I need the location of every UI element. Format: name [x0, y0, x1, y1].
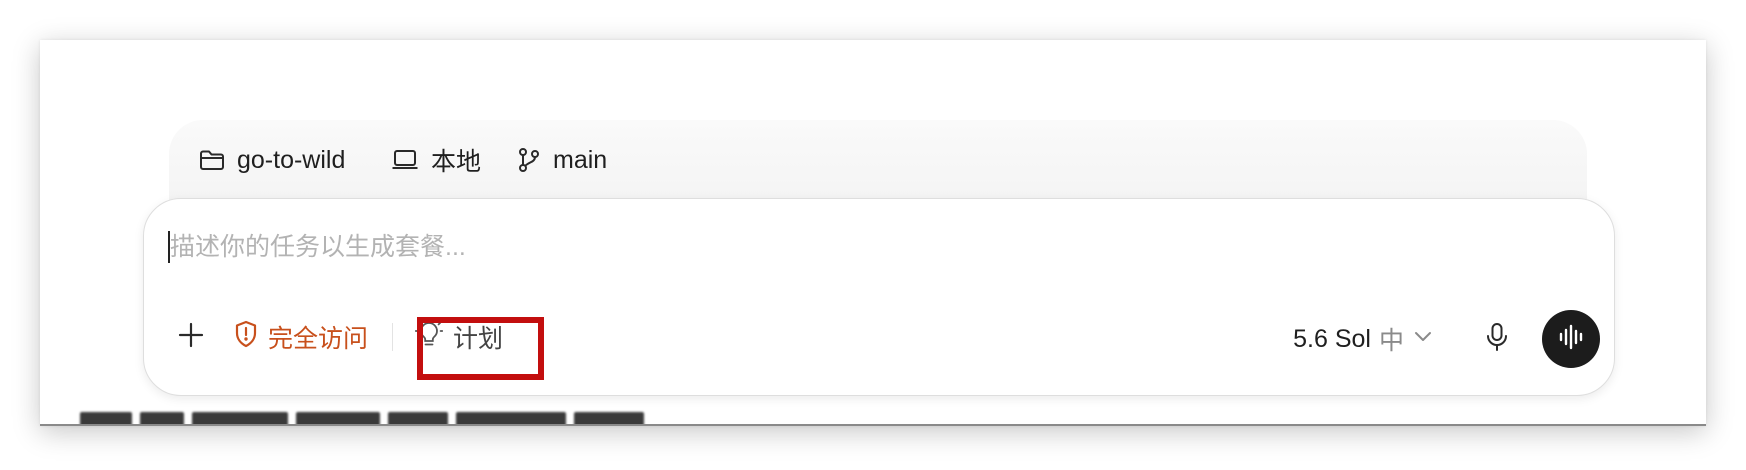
- model-selector[interactable]: 5.6 Sol 中: [1285, 319, 1442, 359]
- environment-selector[interactable]: 本地: [391, 142, 481, 178]
- access-mode-button[interactable]: 完全访问: [226, 317, 380, 357]
- model-effort: 中: [1378, 327, 1404, 355]
- project-name: go-to-wild: [237, 145, 346, 174]
- voice-mode-button[interactable]: [1542, 310, 1600, 368]
- project-selector[interactable]: go-to-wild: [199, 142, 345, 178]
- lightbulb-icon: [414, 318, 444, 356]
- branch-selector[interactable]: main: [517, 142, 607, 178]
- environment-name: 本地: [431, 148, 482, 176]
- model-name: 5.6 Sol: [1293, 324, 1371, 353]
- plan-mode-button[interactable]: 计划: [401, 317, 517, 357]
- composer: 完全访问 计划 5.6 Sol 中: [143, 198, 1615, 396]
- background-content-blurred: [80, 408, 700, 426]
- git-branch-icon: [517, 147, 541, 173]
- task-input[interactable]: [170, 229, 1070, 265]
- add-attachment-button[interactable]: [164, 310, 218, 364]
- dictation-button[interactable]: [1474, 316, 1520, 362]
- chevron-down-icon: [1412, 325, 1434, 354]
- waveform-icon: [1557, 323, 1585, 356]
- microphone-icon: [1485, 322, 1509, 357]
- composer-toolbar-left: 完全访问 计划: [164, 309, 517, 365]
- branch-name: main: [553, 145, 608, 174]
- app-window: go-to-wild 本地 main 描述你的任务以生成套餐... 完全访问 计…: [40, 40, 1706, 426]
- laptop-icon: [391, 148, 419, 172]
- access-mode-label: 完全访问: [268, 325, 369, 353]
- composer-toolbar-right: 5.6 Sol 中: [1285, 309, 1600, 369]
- plus-icon: [177, 321, 205, 354]
- shield-alert-icon: [234, 320, 258, 355]
- folder-icon: [199, 148, 225, 172]
- toolbar-divider: [392, 323, 394, 351]
- plan-mode-label: 计划: [453, 325, 504, 353]
